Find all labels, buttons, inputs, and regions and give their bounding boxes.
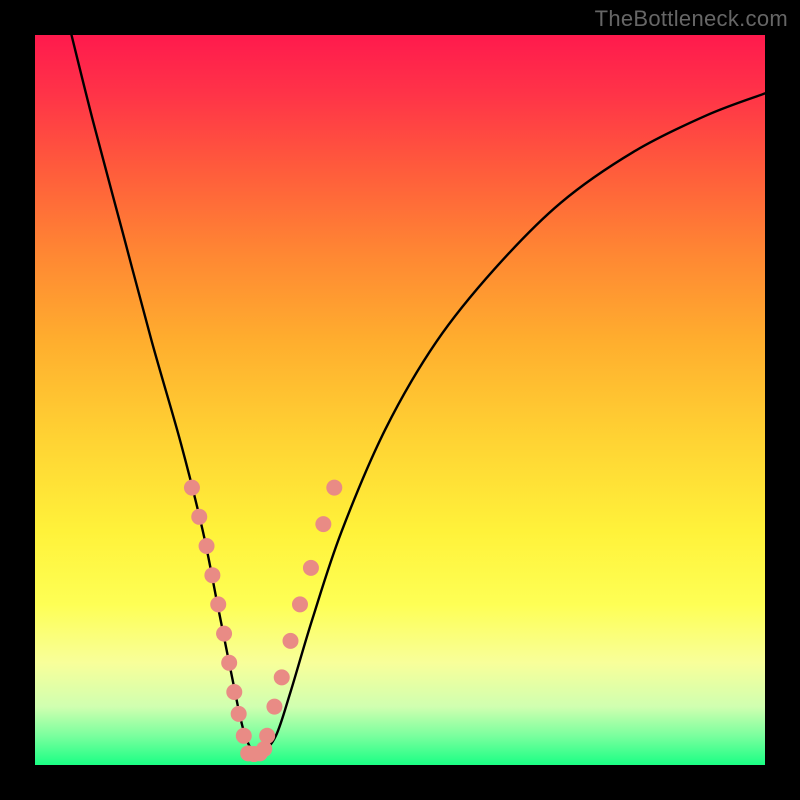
data-point: [326, 480, 342, 496]
chart-frame: TheBottleneck.com: [0, 0, 800, 800]
data-point: [216, 626, 232, 642]
left-branch-dots: [184, 480, 252, 744]
bottleneck-curve: [72, 35, 766, 757]
data-point: [221, 655, 237, 671]
data-point: [210, 596, 226, 612]
data-point: [231, 706, 247, 722]
data-point: [274, 669, 290, 685]
data-point: [226, 684, 242, 700]
data-point: [191, 509, 207, 525]
data-point: [256, 741, 272, 757]
trough-dots: [240, 741, 272, 762]
data-point: [184, 480, 200, 496]
data-point: [292, 596, 308, 612]
data-point: [199, 538, 215, 554]
data-point: [315, 516, 331, 532]
plot-area: [35, 35, 765, 765]
right-branch-dots: [259, 480, 342, 744]
data-point: [266, 699, 282, 715]
chart-svg: [35, 35, 765, 765]
data-point: [236, 728, 252, 744]
watermark-text: TheBottleneck.com: [595, 6, 788, 32]
data-point: [259, 728, 275, 744]
data-point: [283, 633, 299, 649]
data-point: [204, 567, 220, 583]
data-point: [303, 560, 319, 576]
